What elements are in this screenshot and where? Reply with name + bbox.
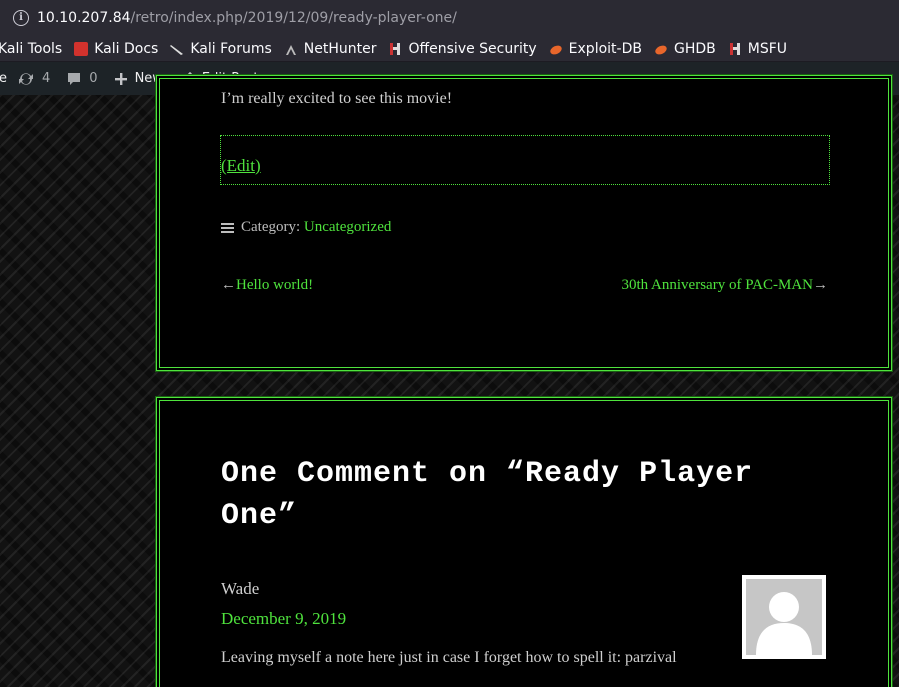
updates-count: 4 — [42, 71, 51, 86]
msfu-icon — [728, 42, 742, 56]
page-background: I’m really excited to see this movie! (E… — [0, 74, 899, 687]
next-post-nav: 30th Anniversary of PAC-MAN→ — [621, 277, 828, 294]
updates-icon — [19, 72, 33, 85]
url-host: 10.10.207.84 — [37, 10, 131, 26]
default-avatar-icon — [746, 579, 822, 655]
bookmark-label: GHDB — [673, 40, 716, 57]
previous-post-nav: ←Hello world! — [221, 277, 313, 294]
category-prefix: Category: — [241, 219, 301, 235]
ghdb-icon — [654, 42, 668, 56]
kali-docs-icon — [74, 41, 89, 56]
bookmark-msfu[interactable]: MSFU — [728, 41, 787, 57]
url-text[interactable]: 10.10.207.84/retro/index.php/2019/12/09/… — [37, 10, 457, 26]
site-name-fragment: e — [0, 71, 7, 86]
bookmark-nethunter[interactable]: NetHunter — [284, 40, 377, 57]
url-path: /retro/index.php/2019/12/09/ready-player… — [130, 10, 457, 26]
avatar — [742, 575, 826, 659]
bookmark-kali-tools[interactable]: Kali Tools — [0, 41, 62, 57]
updates-item[interactable]: 4 — [17, 71, 50, 87]
previous-post-link[interactable]: Hello world! — [236, 277, 313, 293]
exploit-db-icon — [549, 42, 563, 56]
category-list-icon — [221, 222, 234, 233]
post-card: I’m really excited to see this movie! (E… — [155, 74, 893, 372]
edit-link[interactable]: (Edit) — [221, 156, 261, 176]
comment-bubble-icon — [68, 72, 81, 85]
bookmark-kali-docs[interactable]: Kali Docs — [74, 41, 158, 57]
bookmark-kali-forums[interactable]: Kali Forums — [170, 40, 272, 57]
edit-box: (Edit) — [220, 135, 830, 185]
right-arrow-icon: → — [813, 277, 828, 293]
next-post-link[interactable]: 30th Anniversary of PAC-MAN — [621, 277, 813, 293]
bookmark-label: Kali Forums — [190, 40, 272, 57]
post-category: Category: Uncategorized — [221, 219, 391, 236]
comment-text: Leaving myself a note here just in case … — [221, 649, 677, 666]
nethunter-icon — [284, 42, 298, 56]
bookmark-label: Kali Tools — [0, 40, 63, 57]
bookmark-label: Offensive Security — [408, 40, 537, 57]
comments-card: One Comment on “Ready Player One” Wade D… — [155, 396, 893, 687]
bookmark-offensive-security[interactable]: Offensive Security — [388, 40, 537, 57]
url-bar[interactable]: i 10.10.207.84/retro/index.php/2019/12/0… — [0, 0, 899, 36]
left-arrow-icon: ← — [221, 277, 236, 293]
bookmark-label: Exploit-DB — [568, 40, 642, 57]
comments-item[interactable]: 0 — [66, 71, 98, 87]
category-link[interactable]: Uncategorized — [304, 219, 391, 236]
site-name-item[interactable]: e — [0, 71, 7, 86]
comment-author: Wade — [221, 579, 260, 598]
bookmark-label: MSFU — [747, 40, 787, 57]
post-excerpt: I’m really excited to see this movie! — [221, 90, 453, 107]
comments-count: 0 — [89, 71, 98, 86]
bookmarks-bar: Kali Tools Kali Docs Kali Forums NetHunt… — [0, 36, 899, 62]
bookmark-ghdb[interactable]: GHDB — [654, 41, 716, 57]
kali-dragon-icon — [170, 42, 184, 56]
bookmark-label: NetHunter — [303, 40, 377, 57]
offsec-icon — [388, 42, 402, 56]
bookmark-exploit-db[interactable]: Exploit-DB — [549, 41, 642, 57]
bookmark-label: Kali Docs — [94, 40, 159, 57]
info-icon[interactable]: i — [13, 10, 29, 26]
comment-date[interactable]: December 9, 2019 — [221, 609, 346, 629]
plus-icon — [114, 72, 127, 85]
comments-title: One Comment on “Ready Player One” — [221, 457, 754, 533]
